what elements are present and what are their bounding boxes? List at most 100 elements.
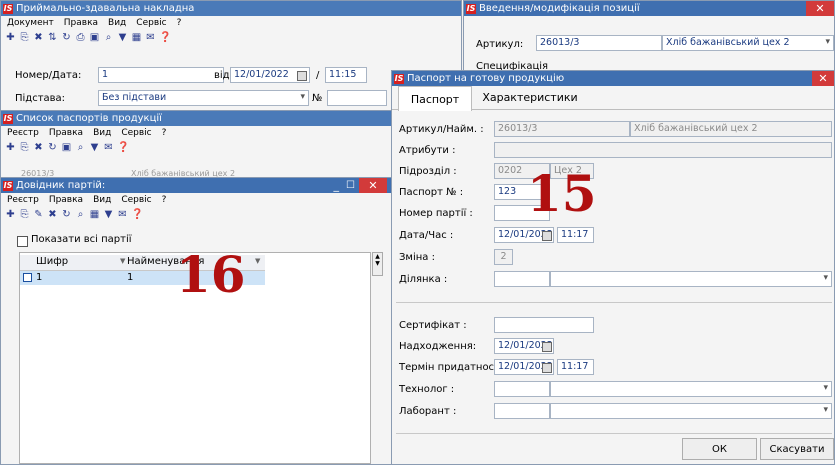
menu-help[interactable]: ? xyxy=(162,195,167,205)
article-name-label: Артикул/Найм. : xyxy=(399,124,484,135)
menu-service[interactable]: Сервіс xyxy=(121,128,151,138)
menu-view[interactable]: Вид xyxy=(93,128,111,138)
save-icon[interactable]: ▣ xyxy=(61,142,72,153)
passport-list-title-bar[interactable]: IS Список паспортів продукції xyxy=(1,111,394,126)
time-input[interactable]: 11:15 xyxy=(325,67,367,83)
menu-view[interactable]: Вид xyxy=(108,18,126,28)
expiry-time-input[interactable]: 11:17 xyxy=(557,359,594,375)
certificate-input[interactable] xyxy=(494,317,594,333)
tab-characteristics[interactable]: Характеристики xyxy=(480,86,580,108)
print-icon[interactable]: ⎙ xyxy=(75,32,86,43)
tab-characteristics-label: Характеристики xyxy=(482,90,578,104)
menu-document[interactable]: Документ xyxy=(7,18,54,28)
batch-scrollbar[interactable]: ▲ ▼ xyxy=(372,252,383,276)
passport-list-toolbar: ✚ ⎘ ✖ ↻ ▣ ⌕ ▼ ✉ ❓ xyxy=(1,139,394,155)
maximize-icon[interactable]: ☐ xyxy=(346,178,355,193)
edit-icon[interactable]: ✎ xyxy=(33,209,44,220)
menu-edit[interactable]: Правка xyxy=(49,195,83,205)
help-icon[interactable]: ❓ xyxy=(117,142,129,153)
tab-passport[interactable]: Паспорт xyxy=(398,86,472,111)
mail-icon[interactable]: ✉ xyxy=(103,142,114,153)
laboratory-select[interactable] xyxy=(550,403,832,419)
calendar-icon[interactable] xyxy=(542,342,552,352)
menu-edit[interactable]: Правка xyxy=(64,18,98,28)
copy-icon[interactable]: ⎘ xyxy=(19,209,30,220)
technologist-code-input[interactable] xyxy=(494,381,550,397)
position-title-bar[interactable]: IS Введення/модифікація позиції xyxy=(464,1,834,16)
article-name-field: Хліб бажанівський цех 2 xyxy=(630,121,832,137)
passport-list-window: IS Список паспортів продукції Реєстр Пра… xyxy=(0,110,395,180)
site-code-input[interactable] xyxy=(494,271,550,287)
menu-service[interactable]: Сервіс xyxy=(121,195,151,205)
invoice-title-bar[interactable]: IS Приймально-здавальна накладна xyxy=(1,1,461,16)
delete-icon[interactable]: ✖ xyxy=(33,32,44,43)
calendar-icon[interactable] xyxy=(297,71,307,81)
copy-icon[interactable]: ⎘ xyxy=(19,32,30,43)
column-code[interactable]: Шифр xyxy=(36,256,68,267)
cancel-button[interactable]: Скасувати xyxy=(760,438,834,460)
delete-icon[interactable]: ✖ xyxy=(33,142,44,153)
number-input[interactable]: 1 xyxy=(98,67,224,83)
refresh-icon[interactable]: ↻ xyxy=(61,32,72,43)
laboratory-label: Лаборант : xyxy=(399,406,457,417)
passport-time-input[interactable]: 11:17 xyxy=(557,227,594,243)
no-input[interactable] xyxy=(327,90,387,106)
menu-help[interactable]: ? xyxy=(162,128,167,138)
calendar-icon[interactable] xyxy=(542,231,552,241)
menu-registry[interactable]: Реєстр xyxy=(7,195,39,205)
position-article-input[interactable]: 26013/3 xyxy=(536,35,662,51)
site-label: Ділянка : xyxy=(399,274,448,285)
show-all-checkbox[interactable] xyxy=(17,236,28,247)
new-icon[interactable]: ✚ xyxy=(5,209,16,220)
mail-icon[interactable]: ✉ xyxy=(145,32,156,43)
site-select[interactable] xyxy=(550,271,832,287)
position-article-label: Артикул: xyxy=(476,39,524,50)
refresh-icon[interactable]: ↻ xyxy=(47,142,58,153)
minimize-icon[interactable]: _ xyxy=(334,178,340,193)
copy-icon[interactable]: ⎘ xyxy=(19,142,30,153)
new-icon[interactable]: ✚ xyxy=(5,32,16,43)
menu-edit[interactable]: Правка xyxy=(49,128,83,138)
mail-icon[interactable]: ✉ xyxy=(117,209,128,220)
annotation-16: 16 xyxy=(176,245,246,304)
passport-window: IS Паспорт на готову продукцію ✕ Паспорт… xyxy=(391,70,835,465)
batch-title-bar[interactable]: IS Довідник партій: xyxy=(1,178,391,193)
sort-icon[interactable]: ⇅ xyxy=(47,32,58,43)
help-icon[interactable]: ❓ xyxy=(159,32,171,43)
save-icon[interactable]: ▣ xyxy=(89,32,100,43)
row-checkbox[interactable] xyxy=(23,273,32,282)
shift-field: 2 xyxy=(494,249,513,265)
search-icon[interactable]: ⌕ xyxy=(103,32,114,43)
help-icon[interactable]: ❓ xyxy=(131,209,143,220)
menu-help[interactable]: ? xyxy=(177,18,182,28)
menu-view[interactable]: Вид xyxy=(93,195,111,205)
search-icon[interactable]: ⌕ xyxy=(75,209,86,220)
basis-select[interactable]: Без підстави xyxy=(98,90,309,106)
new-icon[interactable]: ✚ xyxy=(5,142,16,153)
batch-close-button[interactable]: ✕ xyxy=(359,178,387,193)
grid-icon[interactable]: ▦ xyxy=(131,32,142,43)
position-article-name[interactable]: Хліб бажанівський цех 2 xyxy=(662,35,834,51)
app-logo-icon: IS xyxy=(394,73,404,84)
filter-icon[interactable]: ▼ xyxy=(103,209,114,220)
delete-icon[interactable]: ✖ xyxy=(47,209,58,220)
refresh-icon[interactable]: ↻ xyxy=(61,209,72,220)
ok-button[interactable]: ОК xyxy=(682,438,757,460)
menu-registry[interactable]: Реєстр xyxy=(7,128,39,138)
attributes-field xyxy=(494,142,832,158)
filter-icon[interactable]: ▼ xyxy=(89,142,100,153)
sort-icon[interactable]: ▼ xyxy=(120,257,125,265)
search-icon[interactable]: ⌕ xyxy=(75,142,86,153)
calendar-icon[interactable] xyxy=(542,363,552,373)
passport-close-button[interactable]: ✕ xyxy=(812,71,834,86)
menu-service[interactable]: Сервіс xyxy=(136,18,166,28)
passport-title-bar[interactable]: IS Паспорт на готову продукцію xyxy=(392,71,834,86)
passport-list-menu: Реєстр Правка Вид Сервіс ? xyxy=(1,126,394,139)
filter-icon[interactable]: ▼ xyxy=(117,32,128,43)
laboratory-code-input[interactable] xyxy=(494,403,550,419)
grid-icon[interactable]: ▦ xyxy=(89,209,100,220)
position-close-button[interactable]: ✕ xyxy=(806,1,834,16)
divider xyxy=(396,433,832,434)
technologist-select[interactable] xyxy=(550,381,832,397)
sort-icon[interactable]: ▼ xyxy=(255,257,260,265)
